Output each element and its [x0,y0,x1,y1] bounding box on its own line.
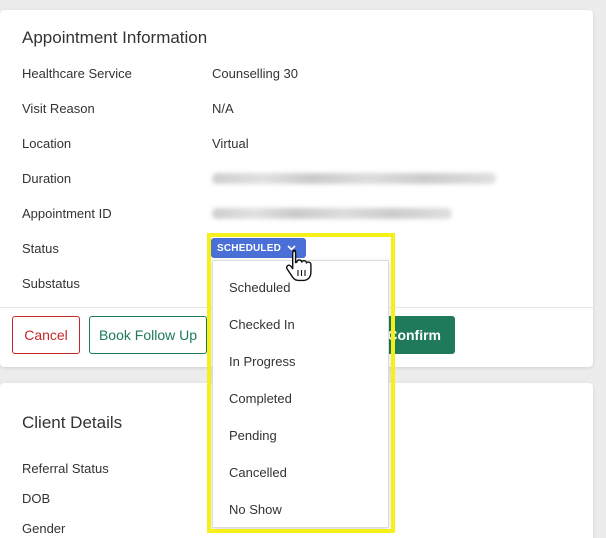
referral-status-label: Referral Status [22,461,109,476]
book-follow-up-button[interactable]: Book Follow Up [89,316,207,354]
cancel-button[interactable]: Cancel [12,316,80,354]
status-option-completed[interactable]: Completed [229,391,292,406]
appointment-id-value-redacted [212,208,452,219]
gender-label: Gender [22,521,66,536]
visit-reason-label: Visit Reason [22,101,95,116]
duration-value-redacted [212,173,496,184]
healthcare-service-value: Counselling 30 [212,66,299,81]
visit-reason-value: N/A [212,101,234,116]
substatus-label: Substatus [22,276,80,291]
status-label: Status [22,241,59,256]
status-badge-label: SCHEDULED [217,242,282,254]
location-label: Location [22,136,72,151]
location-value: Virtual [212,136,249,151]
duration-label: Duration [22,171,72,186]
status-option-scheduled[interactable]: Scheduled [229,280,290,295]
status-option-cancelled[interactable]: Cancelled [229,465,287,480]
appointment-card-title: Appointment Information [22,28,208,47]
status-dropdown-menu: Scheduled Checked In In Progress Complet… [212,260,389,528]
hand-cursor-icon [284,248,314,284]
dob-label: DOB [22,491,51,506]
healthcare-service-label: Healthcare Service [22,66,132,81]
status-option-in-progress[interactable]: In Progress [229,354,295,369]
client-card-title: Client Details [22,413,123,432]
status-option-checked-in[interactable]: Checked In [229,317,295,332]
status-option-no-show[interactable]: No Show [229,502,282,517]
status-option-pending[interactable]: Pending [229,428,277,443]
appointment-id-label: Appointment ID [22,206,112,221]
